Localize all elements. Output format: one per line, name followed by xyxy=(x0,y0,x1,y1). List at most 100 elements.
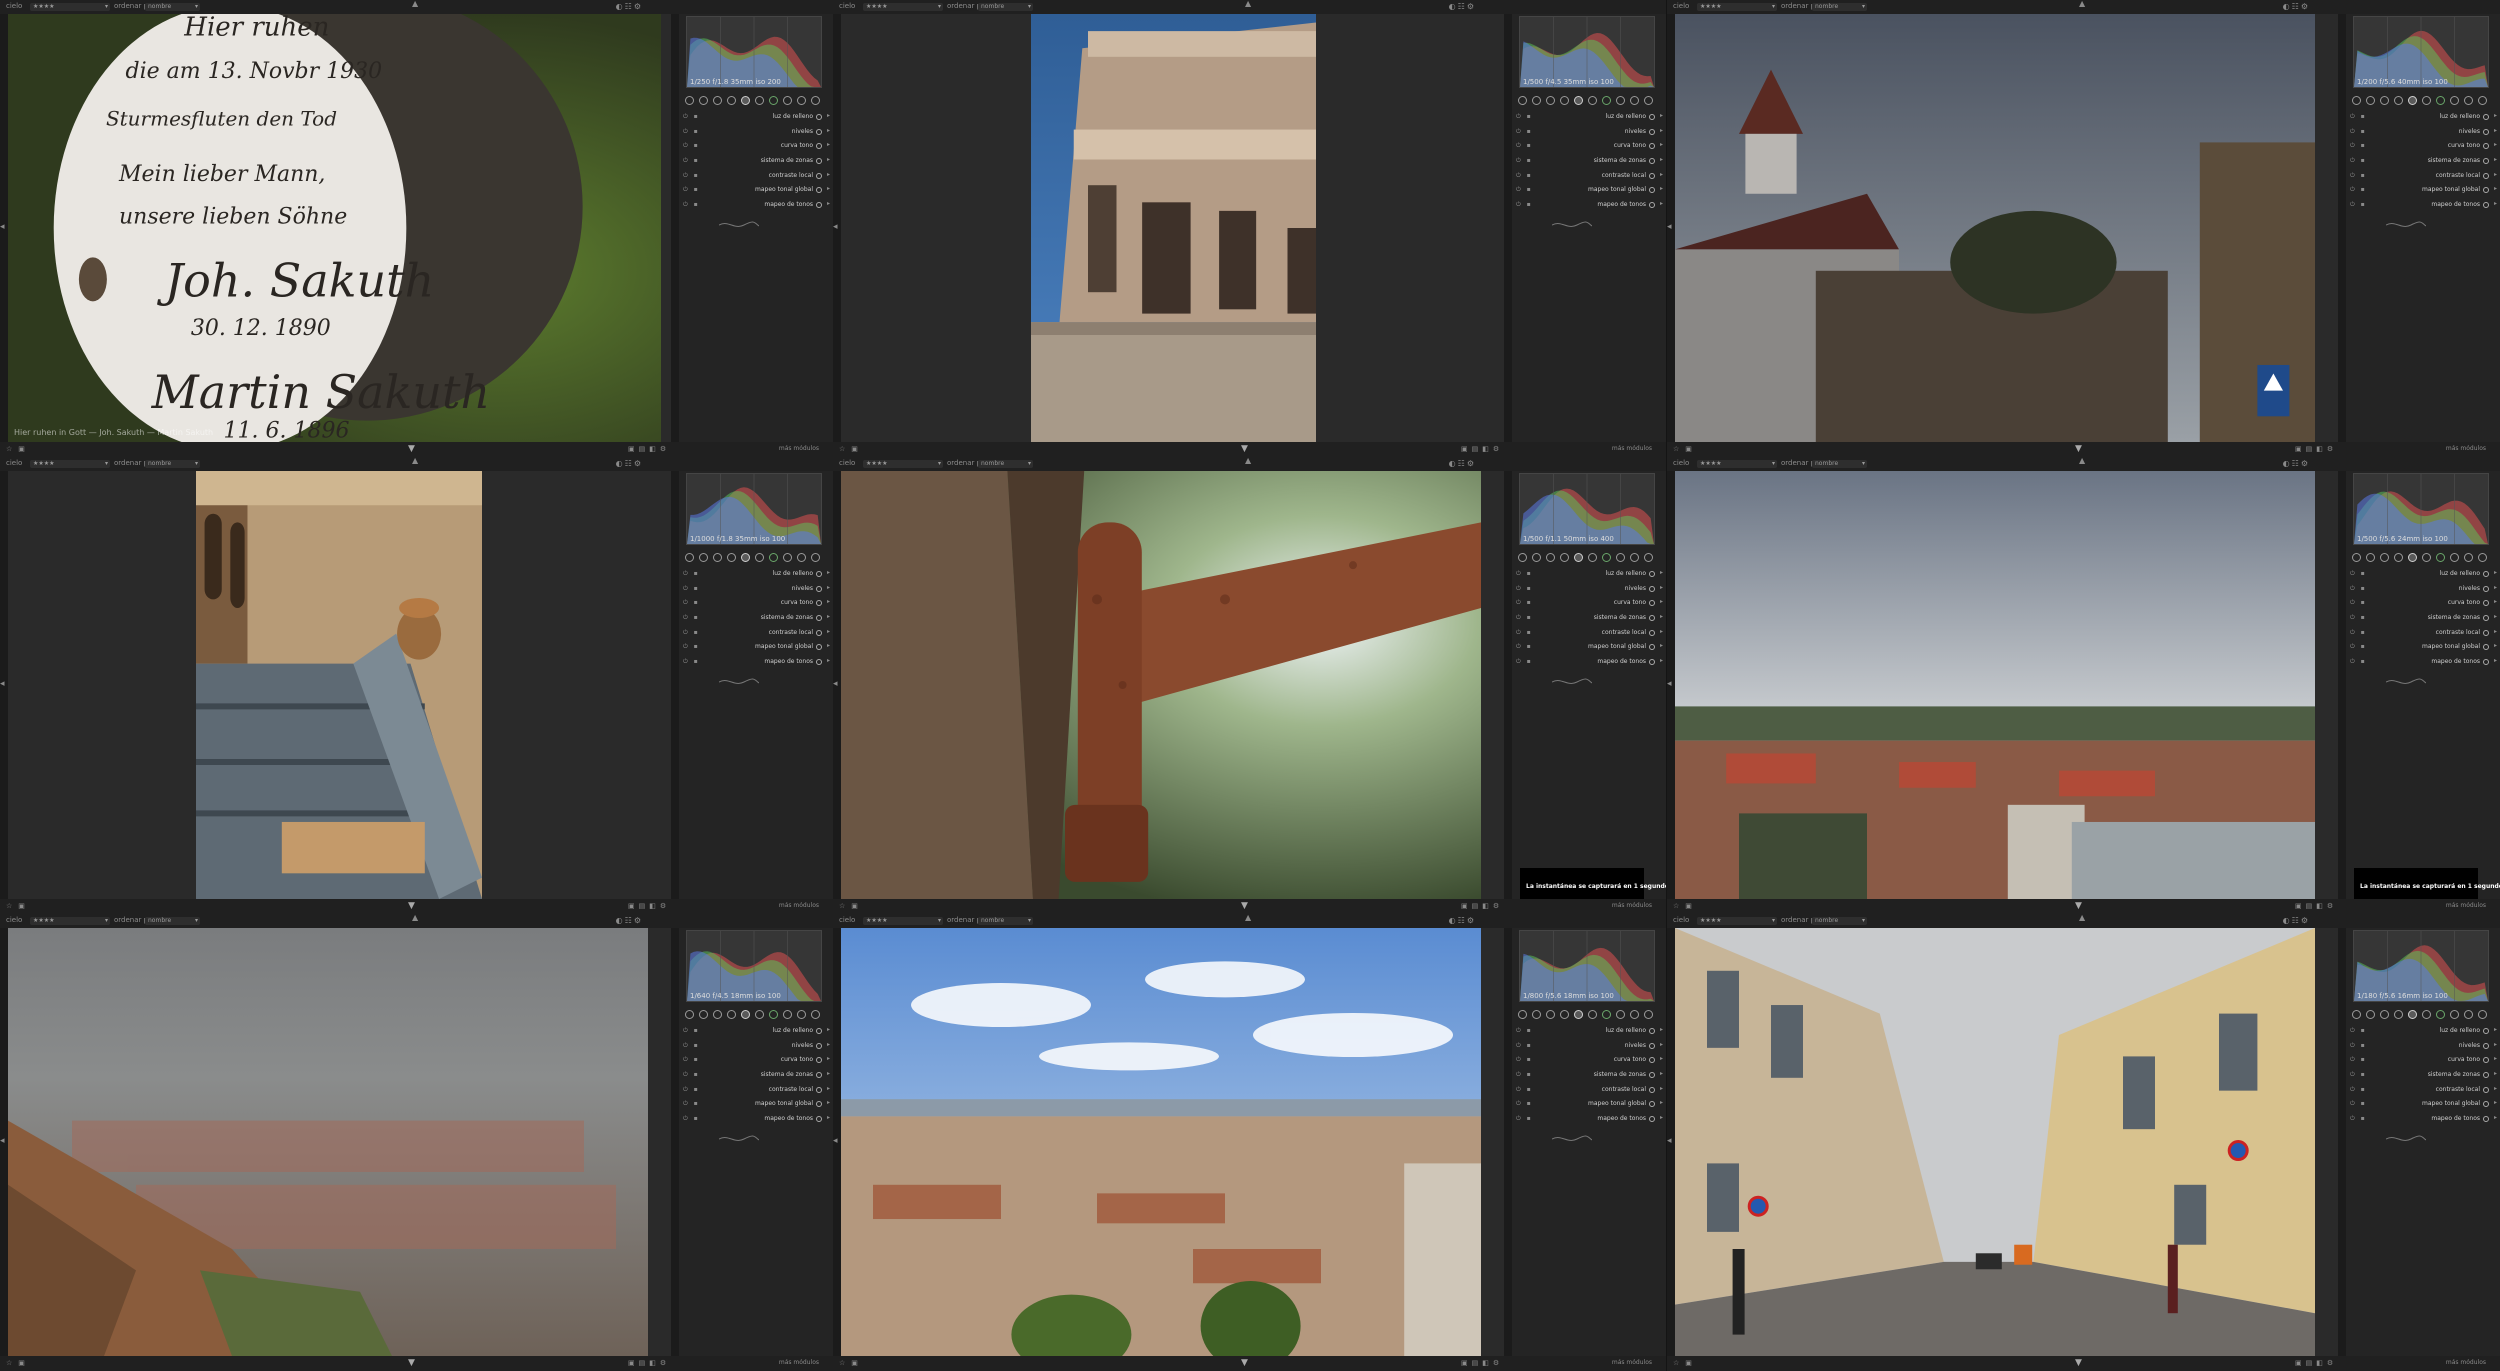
module-row[interactable]: ⏻ ▪ luz de relleno ▸ xyxy=(679,110,833,125)
module-row[interactable]: ⏻ ▪ sistema de zonas ▸ xyxy=(2346,611,2500,626)
module-group-icon[interactable] xyxy=(2366,96,2375,105)
rating-filter[interactable]: ★★★★ ▾ xyxy=(863,917,943,925)
module-expand-icon[interactable]: ▸ xyxy=(1660,1099,1663,1106)
histogram[interactable]: 1/500 f/1.1 50mm iso 400 xyxy=(1519,473,1655,545)
module-group-icon[interactable] xyxy=(811,1010,820,1019)
module-expand-icon[interactable]: ▸ xyxy=(827,141,830,148)
module-row[interactable]: ⏻ ▪ mapeo tonal global ▸ xyxy=(2346,183,2500,198)
module-group-icon[interactable] xyxy=(1546,553,1555,562)
module-power-icon[interactable]: ⏻ ▪ xyxy=(683,113,700,121)
rating-filter[interactable]: ★★★★ ▾ xyxy=(30,3,110,11)
module-group-icon[interactable] xyxy=(783,1010,792,1019)
module-group-icon[interactable] xyxy=(1644,553,1653,562)
more-modules-link[interactable]: más módulos xyxy=(2446,902,2486,909)
bottom-right-icons[interactable]: ▣▤◧⚙ xyxy=(628,445,670,453)
module-power-icon[interactable]: ⏻ ▪ xyxy=(2350,113,2367,121)
collapse-top-icon[interactable]: ▲ xyxy=(1245,0,1251,8)
collapse-top-icon[interactable]: ▲ xyxy=(2079,914,2085,922)
module-row[interactable]: ⏻ ▪ contraste local ▸ xyxy=(1512,1083,1666,1098)
more-modules-link[interactable]: más módulos xyxy=(2446,1359,2486,1366)
module-expand-icon[interactable]: ▸ xyxy=(1660,200,1663,207)
module-group-icon[interactable] xyxy=(1532,1010,1541,1019)
module-row[interactable]: ⏻ ▪ curva tono ▸ xyxy=(1512,596,1666,611)
module-expand-icon[interactable]: ▸ xyxy=(827,584,830,591)
module-power-icon[interactable]: ⏻ ▪ xyxy=(1516,585,1533,593)
module-power-icon[interactable]: ⏻ ▪ xyxy=(1516,1027,1533,1035)
toolbar-icons[interactable]: ◐☷⚙ xyxy=(2283,459,2310,468)
module-power-icon[interactable]: ⏻ ▪ xyxy=(2350,643,2367,651)
module-group-icon[interactable] xyxy=(741,96,750,105)
module-row[interactable]: ⏻ ▪ niveles ▸ xyxy=(2346,125,2500,140)
module-row[interactable]: ⏻ ▪ mapeo de tonos ▸ xyxy=(2346,655,2500,670)
module-power-icon[interactable]: ⏻ ▪ xyxy=(2350,629,2367,637)
module-group-icon[interactable] xyxy=(1588,96,1597,105)
module-expand-icon[interactable]: ▸ xyxy=(827,628,830,635)
module-group-icon[interactable] xyxy=(769,96,778,105)
module-group-icon[interactable] xyxy=(1532,96,1541,105)
module-group-icon[interactable] xyxy=(2436,1010,2445,1019)
module-expand-icon[interactable]: ▸ xyxy=(1660,1055,1663,1062)
module-expand-icon[interactable]: ▸ xyxy=(2494,156,2497,163)
module-expand-icon[interactable]: ▸ xyxy=(1660,1114,1663,1121)
module-group-icon[interactable] xyxy=(755,96,764,105)
module-power-icon[interactable]: ⏻ ▪ xyxy=(2350,1042,2367,1050)
bottom-left-icons[interactable]: ☆▣ xyxy=(1673,445,1698,453)
module-group-icon[interactable] xyxy=(2352,96,2361,105)
module-row[interactable]: ⏻ ▪ mapeo tonal global ▸ xyxy=(1512,1097,1666,1112)
module-group-icon[interactable] xyxy=(1630,96,1639,105)
panel-divider[interactable] xyxy=(671,471,679,899)
module-power-icon[interactable]: ⏻ ▪ xyxy=(683,172,700,180)
module-group-icon[interactable] xyxy=(713,1010,722,1019)
bottom-left-icons[interactable]: ☆▣ xyxy=(839,1359,864,1367)
module-group-icon[interactable] xyxy=(741,553,750,562)
module-group-icon[interactable] xyxy=(699,553,708,562)
panel-divider[interactable] xyxy=(671,928,679,1356)
toolbar-icons[interactable]: ◐☷⚙ xyxy=(616,459,643,468)
module-power-icon[interactable]: ⏻ ▪ xyxy=(683,614,700,622)
module-expand-icon[interactable]: ▸ xyxy=(2494,569,2497,576)
histogram[interactable]: 1/640 f/4.5 18mm iso 100 xyxy=(686,930,822,1002)
module-power-icon[interactable]: ⏻ ▪ xyxy=(1516,1042,1533,1050)
module-group-icon[interactable] xyxy=(797,1010,806,1019)
module-group-icon[interactable] xyxy=(797,553,806,562)
module-group-icon[interactable] xyxy=(1546,1010,1555,1019)
bottom-left-icons[interactable]: ☆▣ xyxy=(1673,1359,1698,1367)
module-group-icon[interactable] xyxy=(727,96,736,105)
module-group-icon[interactable] xyxy=(797,96,806,105)
module-expand-icon[interactable]: ▸ xyxy=(827,598,830,605)
bottom-right-icons[interactable]: ▣▤◧⚙ xyxy=(1461,902,1503,910)
module-power-icon[interactable]: ⏻ ▪ xyxy=(683,1027,700,1035)
sort-select[interactable]: nombre ▾ xyxy=(1812,917,1867,925)
module-row[interactable]: ⏻ ▪ mapeo tonal global ▸ xyxy=(2346,640,2500,655)
sort-select[interactable]: nombre ▾ xyxy=(978,3,1033,11)
module-group-icon[interactable] xyxy=(1574,553,1583,562)
module-group-icon[interactable] xyxy=(1616,553,1625,562)
collapse-bottom-icon[interactable]: ▼ xyxy=(1241,901,1248,911)
module-group-icon[interactable] xyxy=(769,553,778,562)
module-group-icon[interactable] xyxy=(2436,96,2445,105)
expand-left-icon[interactable]: ◂ xyxy=(833,222,838,232)
more-modules-link[interactable]: más módulos xyxy=(779,902,819,909)
module-group-icon[interactable] xyxy=(2352,1010,2361,1019)
module-power-icon[interactable]: ⏻ ▪ xyxy=(1516,113,1533,121)
expand-left-icon[interactable]: ◂ xyxy=(0,1136,5,1146)
module-power-icon[interactable]: ⏻ ▪ xyxy=(683,570,700,578)
module-row[interactable]: ⏻ ▪ mapeo de tonos ▸ xyxy=(679,1112,833,1127)
module-group-icon[interactable] xyxy=(2380,553,2389,562)
bottom-left-icons[interactable]: ☆▣ xyxy=(6,902,31,910)
bottom-right-icons[interactable]: ▣▤◧⚙ xyxy=(2295,1359,2337,1367)
module-group-icon[interactable] xyxy=(2394,553,2403,562)
module-row[interactable]: ⏻ ▪ contraste local ▸ xyxy=(1512,626,1666,641)
collapse-top-icon[interactable]: ▲ xyxy=(1245,914,1251,922)
module-power-icon[interactable]: ⏻ ▪ xyxy=(2350,1027,2367,1035)
module-row[interactable]: ⏻ ▪ curva tono ▸ xyxy=(1512,1053,1666,1068)
module-group-icon[interactable] xyxy=(1518,1010,1527,1019)
module-expand-icon[interactable]: ▸ xyxy=(2494,1026,2497,1033)
module-group-icon[interactable] xyxy=(1602,1010,1611,1019)
bottom-right-icons[interactable]: ▣▤◧⚙ xyxy=(2295,445,2337,453)
module-row[interactable]: ⏻ ▪ mapeo de tonos ▸ xyxy=(1512,655,1666,670)
module-expand-icon[interactable]: ▸ xyxy=(827,1055,830,1062)
module-row[interactable]: ⏻ ▪ curva tono ▸ xyxy=(679,1053,833,1068)
module-row[interactable]: ⏻ ▪ curva tono ▸ xyxy=(2346,596,2500,611)
module-power-icon[interactable]: ⏻ ▪ xyxy=(2350,1071,2367,1079)
